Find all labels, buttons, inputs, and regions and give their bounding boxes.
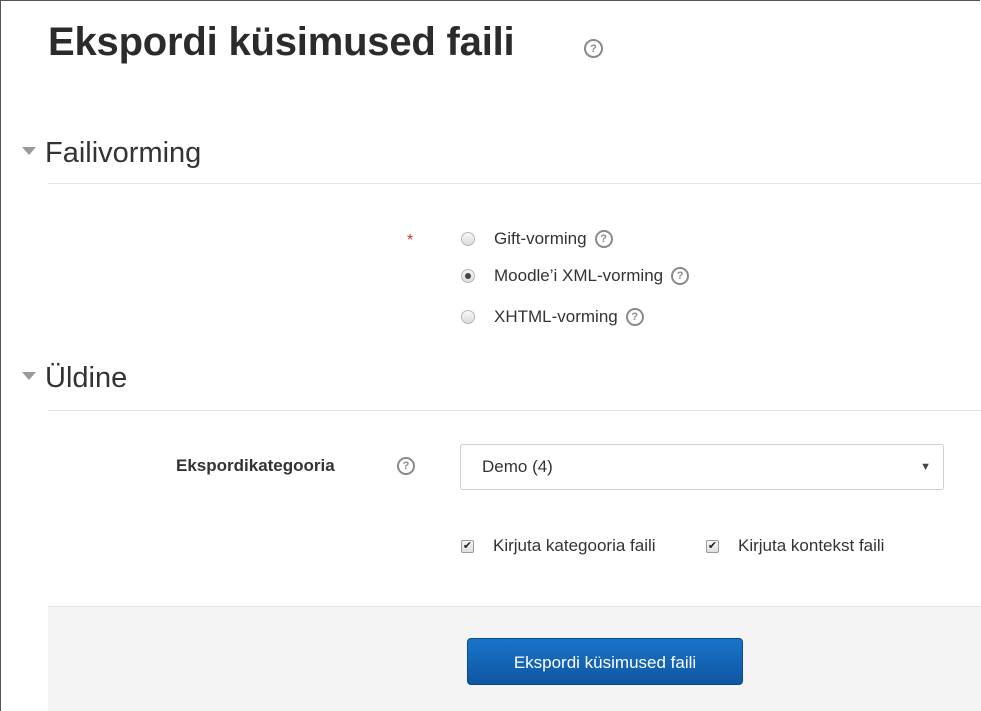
checkbox-checked-icon[interactable]: ✔ bbox=[706, 539, 719, 553]
checkbox-checked-icon[interactable]: ✔ bbox=[461, 539, 474, 553]
section-divider bbox=[48, 410, 981, 411]
help-icon[interactable]: ? bbox=[594, 230, 613, 248]
radio-label[interactable]: XHTML-vorming bbox=[494, 307, 618, 327]
radio-option-xhtml[interactable]: XHTML-vorming ? bbox=[461, 307, 644, 327]
help-icon[interactable]: ? bbox=[397, 457, 415, 475]
select-value: Demo (4) bbox=[482, 457, 553, 476]
checkbox-label[interactable]: Kirjuta kontekst faili bbox=[738, 536, 884, 556]
category-label: Ekspordikategooria bbox=[176, 456, 335, 475]
section-header-general[interactable]: Üldine bbox=[22, 362, 127, 395]
checkbox-write-context[interactable]: ✔ Kirjuta kontekst faili bbox=[706, 536, 884, 556]
checkbox-label[interactable]: Kirjuta kategooria faili bbox=[493, 536, 656, 556]
checkbox-write-category[interactable]: ✔ Kirjuta kategooria faili bbox=[461, 536, 656, 556]
radio-label[interactable]: Gift-vorming bbox=[494, 229, 587, 249]
radio-label[interactable]: Moodle’i XML-vorming bbox=[494, 266, 663, 286]
radio-button-selected[interactable] bbox=[461, 269, 475, 283]
help-icon[interactable]: ? bbox=[625, 308, 644, 326]
collapse-triangle-icon bbox=[22, 372, 36, 381]
help-icon[interactable]: ? bbox=[671, 267, 690, 285]
window-frame bbox=[0, 0, 980, 711]
section-title: Failivorming bbox=[45, 137, 202, 169]
required-asterisk-icon: * bbox=[407, 232, 414, 249]
collapse-triangle-icon bbox=[22, 147, 36, 156]
dropdown-caret-icon: ▼ bbox=[920, 461, 931, 473]
section-title: Üldine bbox=[45, 362, 128, 394]
page-title: Ekspordi küsimused faili bbox=[48, 20, 515, 64]
export-button[interactable]: Ekspordi küsimused faili bbox=[467, 638, 743, 685]
radio-button[interactable] bbox=[461, 310, 475, 324]
help-icon[interactable]: ? bbox=[584, 39, 603, 58]
section-header-file-format[interactable]: Failivorming bbox=[22, 137, 201, 170]
category-select[interactable]: Demo (4) ▼ bbox=[460, 444, 944, 490]
radio-option-gift[interactable]: Gift-vorming ? bbox=[461, 229, 613, 249]
radio-button[interactable] bbox=[461, 232, 475, 246]
section-divider bbox=[48, 183, 981, 184]
radio-option-moodle-xml[interactable]: Moodle’i XML-vorming ? bbox=[461, 266, 690, 286]
